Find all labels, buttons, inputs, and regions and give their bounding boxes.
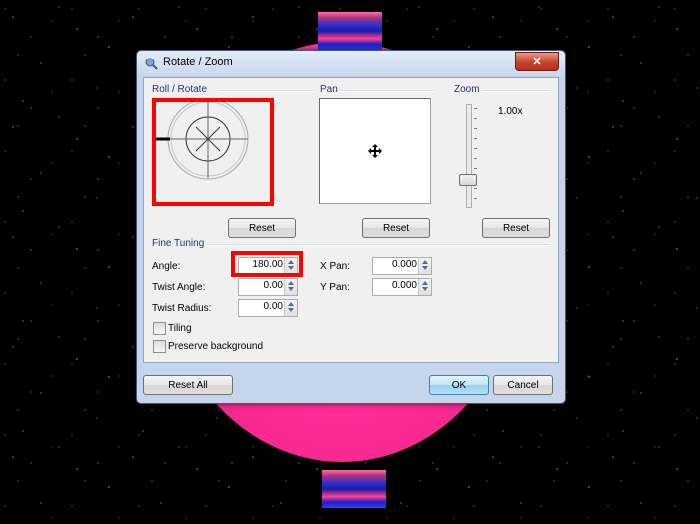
preserve-background-label: Preserve background — [168, 341, 264, 352]
x-pan-label: X Pan: — [320, 261, 351, 272]
fine-tuning-label: Fine Tuning — [152, 238, 205, 249]
zoom-tick — [474, 128, 477, 129]
zoom-separator — [482, 90, 550, 92]
dialog-title: Rotate / Zoom — [163, 56, 233, 68]
striped-bar-top — [318, 12, 382, 50]
twist-angle-spinbox[interactable]: 0.00 — [238, 278, 298, 296]
twist-radius-spin-arrows[interactable] — [284, 300, 297, 316]
twist-radius-spinbox[interactable]: 0.00 — [238, 299, 298, 317]
dialog-titlebar[interactable]: Rotate / Zoom ✕ — [137, 51, 565, 75]
reset-all-button[interactable]: Reset All — [143, 375, 233, 395]
zoom-tick — [474, 188, 477, 189]
pan-area[interactable] — [319, 98, 431, 204]
close-button[interactable]: ✕ — [515, 52, 559, 71]
reset-zoom-button[interactable]: Reset — [482, 218, 550, 238]
zoom-tick — [474, 198, 477, 199]
roll-rotate-highlight — [152, 98, 274, 206]
x-pan-spin-arrows[interactable] — [418, 258, 431, 274]
x-pan-spinbox[interactable]: 0.000 — [372, 257, 432, 275]
rotate-zoom-icon — [145, 57, 158, 70]
twist-angle-label: Twist Angle: — [152, 282, 206, 293]
twist-radius-value: 0.00 — [263, 301, 283, 312]
twist-angle-value: 0.00 — [263, 280, 283, 291]
zoom-tick — [474, 108, 477, 109]
reset-rotate-button[interactable]: Reset — [228, 218, 296, 238]
move-cross-icon — [368, 144, 382, 158]
y-pan-label: Y Pan: — [320, 282, 350, 293]
zoom-tick — [474, 118, 477, 119]
zoom-slider-track[interactable] — [466, 104, 472, 208]
zoom-tick — [474, 138, 477, 139]
x-pan-value: 0.000 — [391, 259, 417, 270]
y-pan-spinbox[interactable]: 0.000 — [372, 278, 432, 296]
twist-angle-spin-arrows[interactable] — [284, 279, 297, 295]
angle-label: Angle: — [152, 261, 181, 272]
tiling-label: Tiling — [168, 323, 192, 334]
dialog-client-area: Roll / Rotate Pan Zoom 1.00x Reset Reset… — [143, 77, 559, 363]
tiling-checkbox[interactable] — [153, 322, 166, 335]
pan-label: Pan — [320, 84, 338, 95]
fine-tuning-separator — [206, 244, 550, 246]
preserve-background-checkbox[interactable] — [153, 340, 166, 353]
zoom-tick — [474, 168, 477, 169]
rotate-zoom-dialog: Rotate / Zoom ✕ Roll / Rotate Pan Zoom 1… — [136, 50, 566, 404]
zoom-label: Zoom — [454, 84, 480, 95]
zoom-tick — [474, 158, 477, 159]
zoom-tick — [474, 148, 477, 149]
angle-highlight — [231, 251, 303, 277]
pan-separator — [338, 90, 434, 92]
ok-button[interactable]: OK — [429, 375, 489, 395]
twist-radius-label: Twist Radius: — [152, 303, 212, 314]
dialog-footer: Reset All OK Cancel — [137, 363, 565, 403]
reset-pan-button[interactable]: Reset — [362, 218, 430, 238]
cancel-button[interactable]: Cancel — [493, 375, 553, 395]
roll-rotate-separator — [218, 90, 314, 92]
y-pan-value: 0.000 — [391, 280, 417, 291]
y-pan-spin-arrows[interactable] — [418, 279, 431, 295]
zoom-slider-thumb[interactable] — [459, 174, 477, 186]
zoom-value: 1.00x — [498, 106, 523, 117]
striped-bar-bottom — [322, 470, 386, 508]
